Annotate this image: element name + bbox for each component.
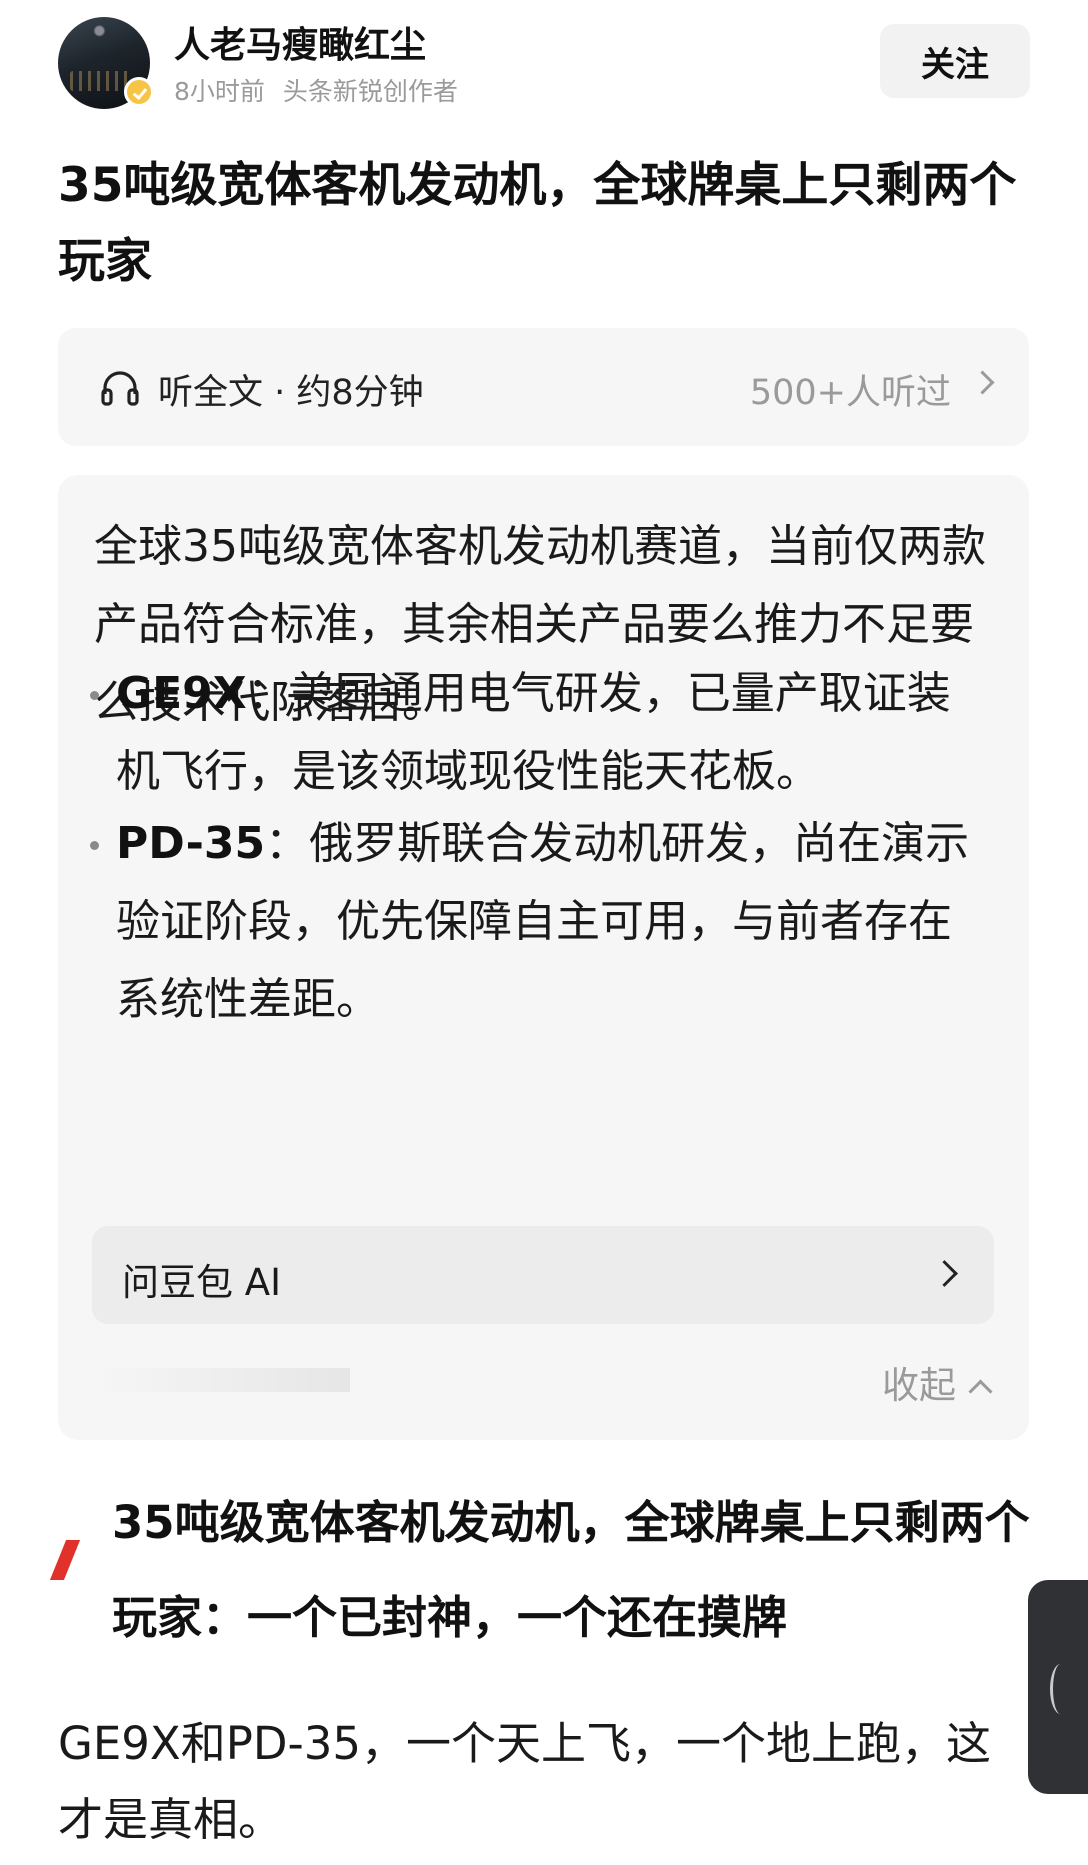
side-drawer-tab[interactable] (1028, 1580, 1088, 1794)
author-name[interactable]: 人老马瘦瞰红尘 (174, 16, 426, 68)
collapse-button[interactable]: 收起 (882, 1355, 993, 1409)
avatar-photo (70, 71, 130, 91)
bullet-sep: ： (246, 668, 291, 719)
ask-ai-label: 问豆包 AI (122, 1261, 281, 1304)
listen-count: 500+人听过 (749, 373, 951, 413)
listen-label: 听全文 · 约8分钟 (158, 373, 424, 413)
bullet-dot-icon (90, 841, 99, 850)
fade-divider (92, 1368, 350, 1392)
ask-ai-button[interactable]: 问豆包 AI (92, 1226, 994, 1324)
collapse-label: 收起 (882, 1364, 956, 1407)
author-role: 头条新锐创作者 (282, 77, 458, 106)
post-meta: 8小时前 头条新锐创作者 (174, 72, 458, 108)
bullet-sep: ： (265, 818, 310, 869)
follow-button[interactable]: 关注 (880, 24, 1030, 98)
summary-bullet: PD-35：俄罗斯联合发动机研发，尚在演示验证阶段，优先保障自主可用，与前者存在… (84, 805, 994, 1039)
chevron-up-icon (968, 1379, 993, 1404)
post-time: 8小时前 (174, 77, 265, 106)
headphones-icon (101, 371, 139, 406)
section-heading: 35吨级宽体客机发动机，全球牌桌上只剩两个玩家：一个已封神，一个还在摸牌 (112, 1496, 1030, 1644)
author-avatar[interactable] (58, 17, 154, 109)
bullet-name: GE9X (116, 668, 247, 719)
listen-bar[interactable]: 听全文 · 约8分钟 500+人听过 (58, 328, 1029, 446)
bullet-name: PD-35 (116, 818, 266, 869)
article-paragraph: GE9X和PD-35，一个天上飞，一个地上跑，这才是真相。 (58, 1717, 992, 1846)
verified-badge-icon (124, 77, 154, 107)
bullet-dot-icon (90, 691, 99, 700)
section-accent-mark (49, 1540, 81, 1580)
chevron-right-icon (970, 370, 995, 395)
ai-summary-card: 全球35吨级宽体客机发动机赛道，当前仅两款产品符合标准，其余相关产品要么推力不足… (58, 475, 1029, 1440)
summary-bullet: GE9X：美国通用电气研发，已量产取证装机飞行，是该领域现役性能天花板。 (84, 655, 994, 811)
chevron-left-icon (1050, 1664, 1071, 1714)
article-title: 35吨级宽体客机发动机，全球牌桌上只剩两个玩家 (58, 158, 1017, 289)
chevron-right-icon (931, 1260, 958, 1287)
